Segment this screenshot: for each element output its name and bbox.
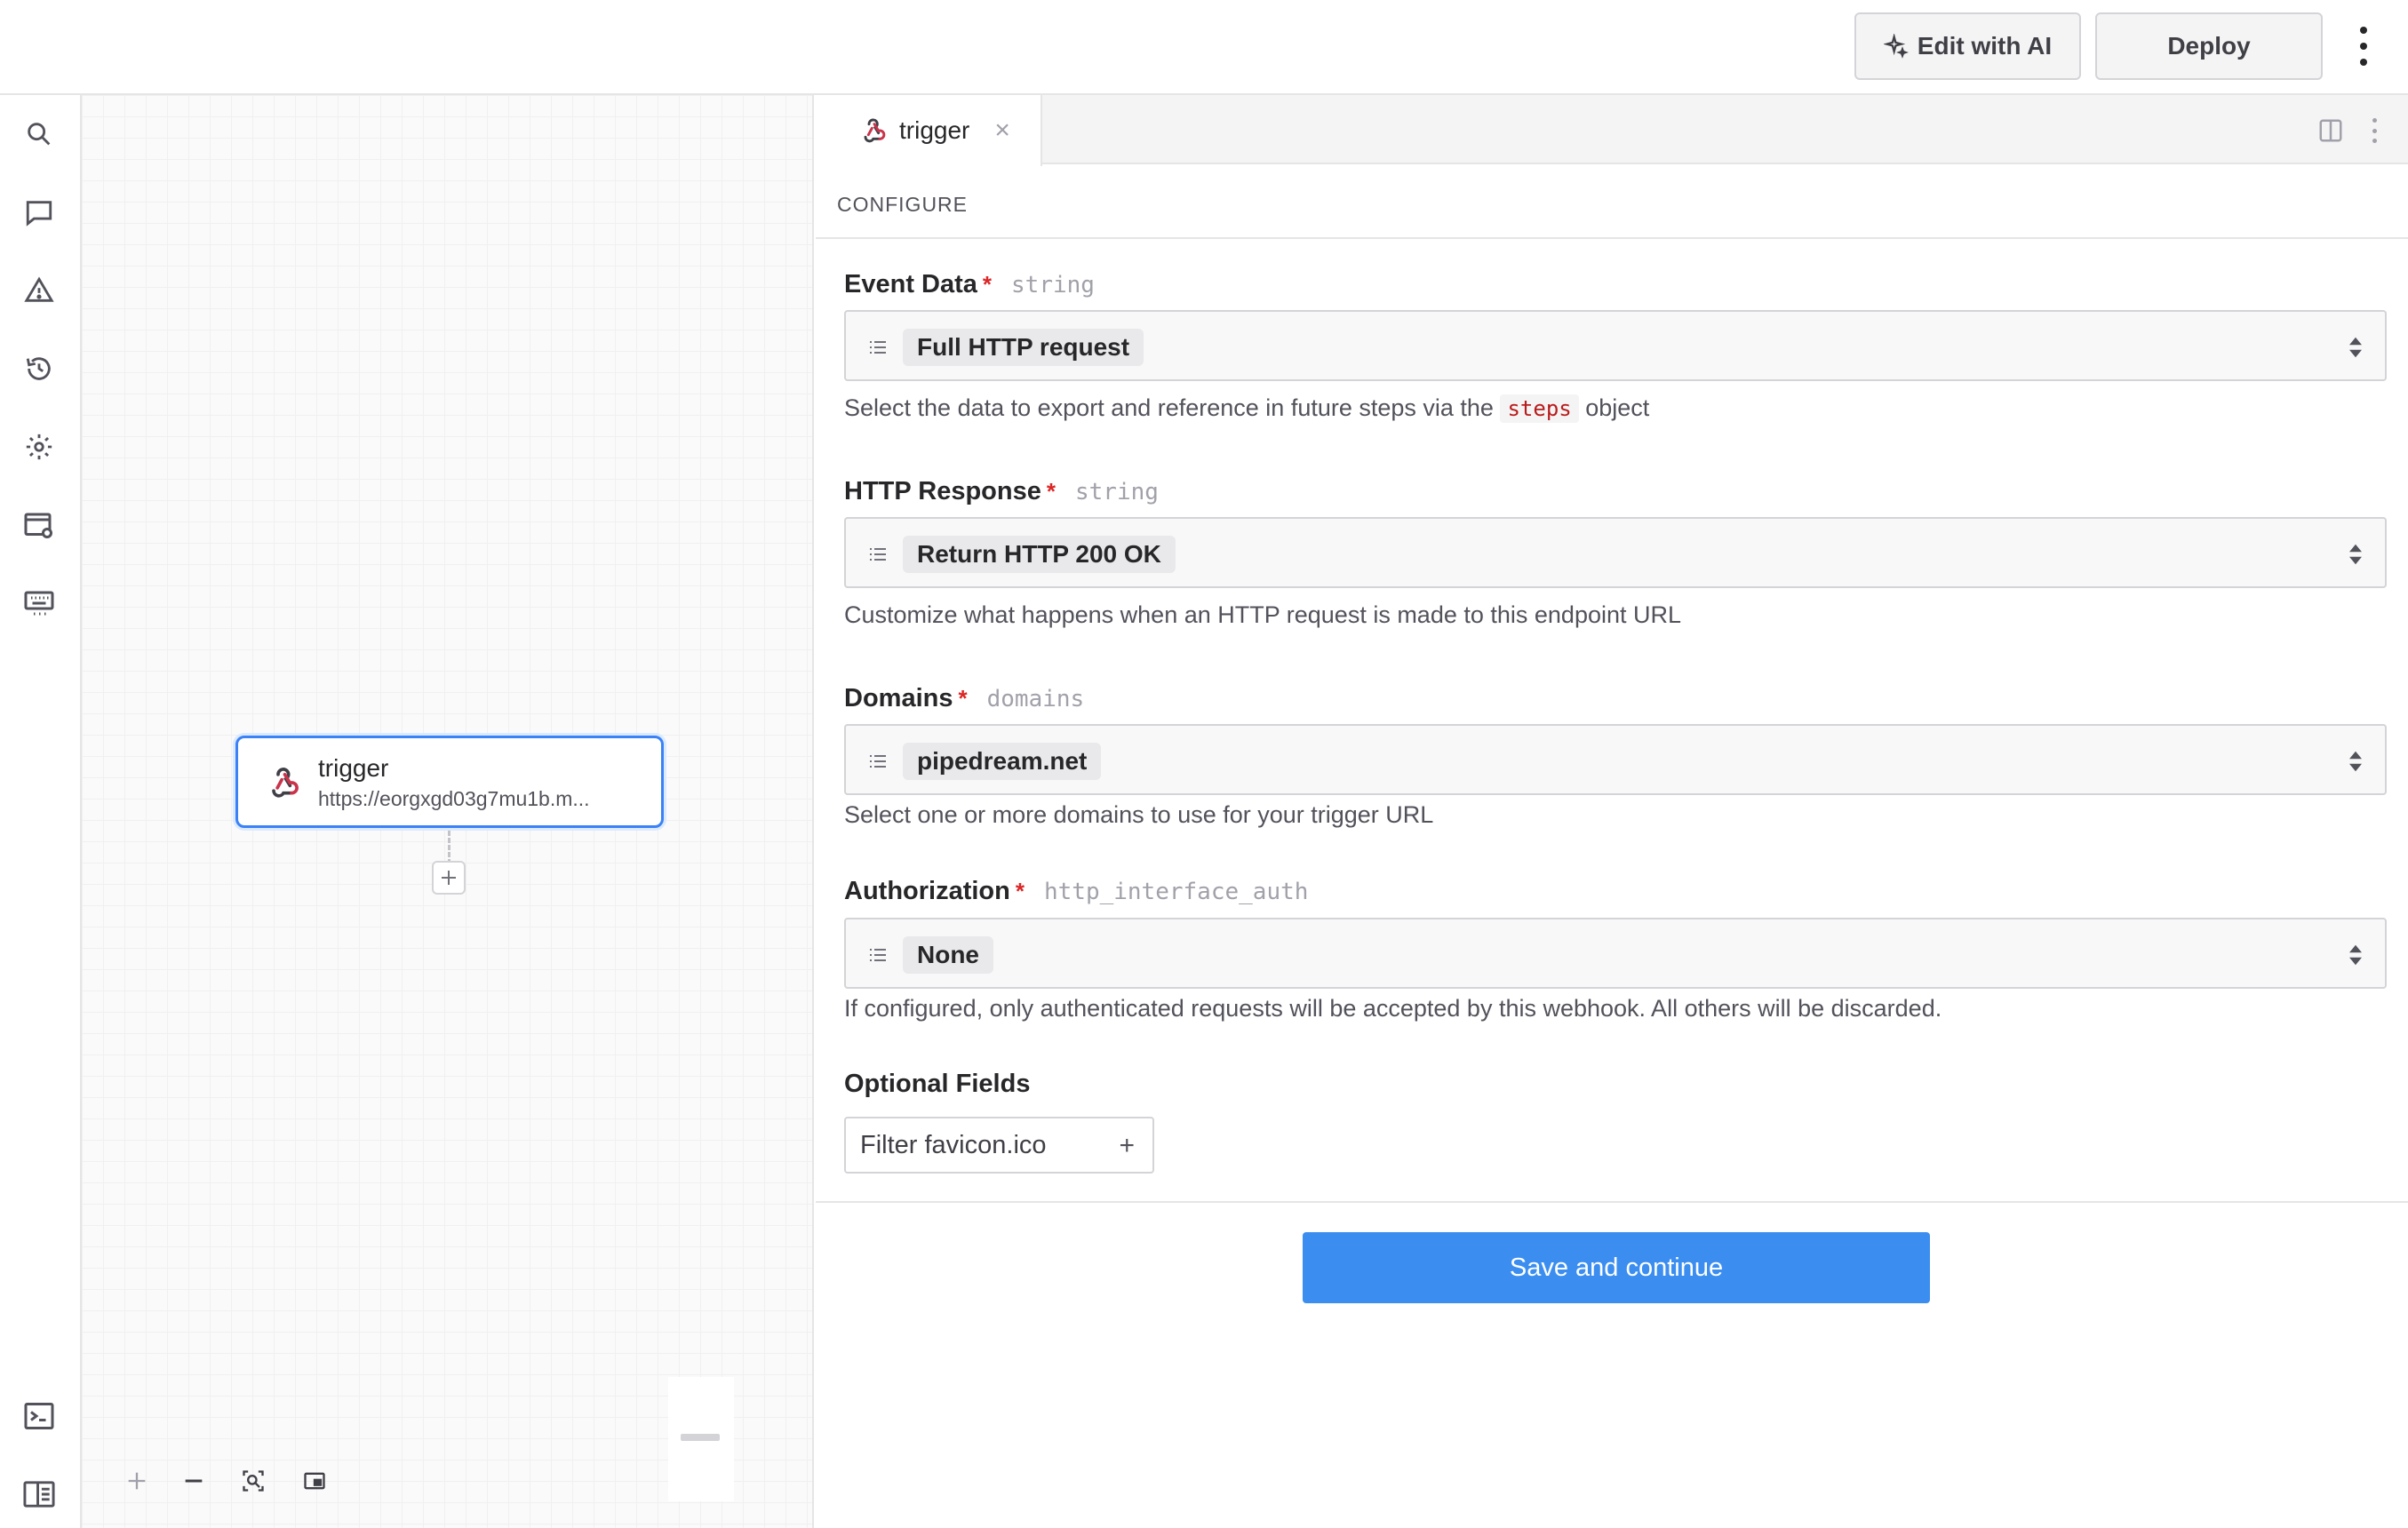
list-icon [870, 949, 886, 961]
node-title: trigger [318, 754, 389, 782]
required-marker: * [958, 685, 968, 712]
minimap[interactable] [668, 1377, 734, 1501]
settings-icon[interactable] [20, 427, 59, 466]
webhook-icon [858, 116, 887, 145]
node-url: https://eorgxgd03g7mu1b.m... [318, 787, 590, 810]
field-label-text: Event Data [844, 270, 977, 298]
tab-label: trigger [899, 116, 970, 144]
top-bar: Edit with AI Deploy [0, 0, 2408, 95]
domains-select[interactable]: pipedream.net [844, 724, 2387, 795]
deploy-button[interactable]: Deploy [2095, 12, 2323, 80]
window-settings-icon[interactable] [20, 505, 59, 545]
optional-fields-title: Optional Fields [844, 1070, 1031, 1098]
split-view-icon[interactable] [2317, 117, 2344, 144]
zoom-in-icon[interactable] [119, 1463, 155, 1499]
list-icon [870, 341, 886, 354]
warning-icon[interactable] [20, 271, 59, 310]
steps-code: steps [1500, 394, 1579, 423]
zoom-out-icon[interactable] [176, 1463, 211, 1499]
authorization-help: If configured, only authenticated reques… [844, 995, 1942, 1022]
workflow-canvas[interactable]: trigger https://eorgxgd03g7mu1b.m... [82, 95, 814, 1528]
plus-icon: + [1119, 1131, 1135, 1160]
http-response-label: HTTP Response * string [844, 477, 1159, 506]
comment-icon[interactable] [20, 193, 59, 232]
selected-value-chip: None [903, 936, 993, 974]
minimap-node [681, 1434, 720, 1441]
field-type: http_interface_auth [1043, 879, 1309, 905]
search-icon[interactable] [20, 115, 59, 154]
save-and-continue-button[interactable]: Save and continue [1303, 1232, 1930, 1303]
authorization-label: Authorization * http_interface_auth [844, 877, 1308, 906]
help-text-after: object [1585, 394, 1650, 421]
edit-with-ai-label: Edit with AI [1917, 32, 2053, 60]
tab-trigger[interactable]: trigger × [816, 95, 1042, 166]
field-type: string [1074, 479, 1159, 505]
field-label-text: Authorization [844, 877, 1010, 905]
node-connector [448, 831, 451, 864]
minimap-toggle-icon[interactable] [297, 1463, 332, 1499]
field-label-text: HTTP Response [844, 477, 1041, 505]
sparkle-icon [1883, 34, 1909, 59]
panel-toggle-icon[interactable] [20, 1475, 59, 1514]
close-icon[interactable]: × [994, 115, 1010, 146]
more-menu-icon[interactable] [2353, 27, 2374, 66]
selected-value-chip: Return HTTP 200 OK [903, 536, 1176, 573]
http-response-select[interactable]: Return HTTP 200 OK [844, 517, 2387, 588]
fit-view-icon[interactable] [235, 1463, 271, 1499]
add-step-button[interactable] [432, 861, 466, 895]
chevron-updown-icon [2349, 544, 2362, 565]
selected-value-chip: pipedream.net [903, 743, 1102, 780]
field-type: domains [986, 686, 1085, 712]
field-type: string [1011, 272, 1095, 298]
domains-label: Domains * domains [844, 684, 1084, 713]
required-marker: * [1046, 478, 1056, 505]
divider [816, 237, 2408, 239]
http-response-help: Customize what happens when an HTTP requ… [844, 601, 1682, 628]
chevron-updown-icon [2349, 337, 2362, 358]
filter-favicon-button[interactable]: Filter favicon.ico + [844, 1117, 1154, 1174]
keyboard-icon[interactable] [20, 584, 59, 623]
config-panel: trigger × CONFIGURE Event Data * string Fu… [816, 95, 2408, 1528]
filter-favicon-label: Filter favicon.ico [860, 1130, 1047, 1159]
trigger-node[interactable]: trigger https://eorgxgd03g7mu1b.m... [235, 736, 664, 828]
field-label-text: Domains [844, 684, 953, 712]
domains-help: Select one or more domains to use for yo… [844, 801, 1434, 828]
help-text: Select the data to export and reference … [844, 394, 1494, 421]
chevron-updown-icon [2349, 751, 2362, 772]
list-icon [870, 755, 886, 768]
section-title: CONFIGURE [837, 193, 968, 216]
authorization-select[interactable]: None [844, 918, 2387, 989]
webhook-icon [265, 765, 300, 800]
list-icon [870, 548, 886, 561]
history-icon[interactable] [20, 349, 59, 388]
tab-more-icon[interactable] [2369, 118, 2380, 143]
divider [816, 1201, 2408, 1203]
tab-strip: trigger × [816, 95, 2408, 166]
required-marker: * [1015, 878, 1025, 904]
event-data-help: Select the data to export and reference … [844, 394, 1650, 423]
required-marker: * [982, 271, 993, 298]
event-data-label: Event Data * string [844, 270, 1095, 299]
terminal-icon[interactable] [20, 1397, 59, 1436]
selected-value-chip: Full HTTP request [903, 329, 1144, 366]
event-data-select[interactable]: Full HTTP request [844, 310, 2387, 381]
left-rail [0, 95, 82, 1528]
edit-with-ai-button[interactable]: Edit with AI [1854, 12, 2081, 80]
chevron-updown-icon [2349, 944, 2362, 966]
